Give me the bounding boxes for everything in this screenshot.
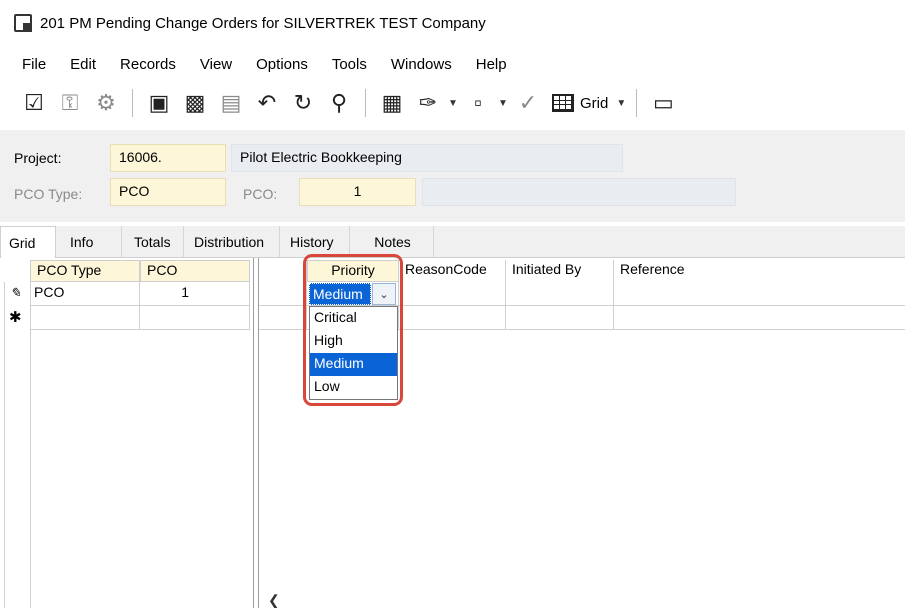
- toolbar: ☑ ⚿ ⚙ ▣ ▩ ▤ ↶ ↻ ⚲ ▦ ✑ ▼ ▫ ▼ ✓ Grid ▼ ▭: [0, 80, 905, 126]
- menu-file[interactable]: File: [10, 56, 58, 73]
- table-cell-new-reasoncode[interactable]: [399, 306, 506, 330]
- attachment-paperclip-icon[interactable]: ✑: [410, 86, 446, 120]
- table-cell-initiated-by[interactable]: [506, 282, 614, 306]
- tab-distribution[interactable]: Distribution: [186, 226, 280, 258]
- title-bar: 201 PM Pending Change Orders for SILVERT…: [0, 0, 905, 46]
- menu-options[interactable]: Options: [244, 56, 320, 73]
- table-cell-new-initiated-by[interactable]: [506, 306, 614, 330]
- menu-bar: File Edit Records View Options Tools Win…: [0, 50, 519, 78]
- row-indicator-border: [4, 282, 5, 608]
- table-cell-reasoncode[interactable]: [399, 282, 506, 306]
- record-header-form: Project: 16006. Pilot Electric Bookkeepi…: [0, 130, 905, 222]
- column-header-reference[interactable]: Reference: [614, 260, 905, 282]
- refresh-icon[interactable]: ↻: [285, 86, 321, 120]
- pco-type-label: PCO Type:: [14, 186, 83, 202]
- scroll-left-arrow-icon[interactable]: ❮: [268, 592, 280, 608]
- column-header-spacer: [259, 260, 307, 282]
- delete-trash-icon[interactable]: ▤: [213, 86, 249, 120]
- pco-label: PCO:: [243, 186, 278, 202]
- tab-strip: Grid Info Totals Distribution History No…: [0, 226, 905, 259]
- annotation-highlight-box: [303, 254, 403, 406]
- grid-icon: [552, 94, 574, 112]
- print-icon[interactable]: ▫: [460, 86, 496, 120]
- toolbar-separator: [636, 89, 638, 117]
- edit-checkbox-icon[interactable]: ☑: [16, 86, 52, 120]
- project-name-field: Pilot Electric Bookkeeping: [231, 144, 623, 172]
- save-icon[interactable]: ▩: [177, 86, 213, 120]
- monitor-icon[interactable]: ▭: [645, 86, 681, 120]
- grid-view-label: Grid: [580, 94, 609, 112]
- menu-records[interactable]: Records: [108, 56, 188, 73]
- attachment-dropdown-arrow-icon[interactable]: ▼: [446, 98, 460, 109]
- table-cell-new-reference[interactable]: [614, 306, 905, 330]
- new-document-icon[interactable]: ▣: [141, 86, 177, 120]
- table-cell-new-pco-type[interactable]: [30, 306, 140, 330]
- pco-description-field[interactable]: [422, 178, 736, 206]
- menu-help[interactable]: Help: [464, 56, 519, 73]
- search-icon[interactable]: ⚲: [321, 86, 357, 120]
- column-header-pco[interactable]: PCO: [140, 260, 250, 282]
- table-cell-reference[interactable]: [614, 282, 905, 306]
- new-row-asterisk-icon: ✱: [9, 309, 22, 326]
- pco-field[interactable]: 1: [299, 178, 416, 206]
- pco-type-field[interactable]: PCO: [110, 178, 226, 206]
- table-cell-new-spacer: [259, 306, 307, 330]
- column-header-pco-type[interactable]: PCO Type: [30, 260, 140, 282]
- spellcheck-icon[interactable]: ✓: [510, 86, 546, 120]
- table-cell-spacer: [259, 282, 307, 306]
- table-cell-new-pco[interactable]: [140, 306, 250, 330]
- project-label: Project:: [14, 150, 62, 166]
- menu-tools[interactable]: Tools: [320, 56, 379, 73]
- table-cell-pco[interactable]: 1: [140, 282, 250, 306]
- column-header-reasoncode[interactable]: ReasonCode: [399, 260, 506, 282]
- project-field[interactable]: 16006.: [110, 144, 226, 172]
- window-title: 201 PM Pending Change Orders for SILVERT…: [40, 14, 486, 32]
- row-indicator-border: [30, 282, 31, 608]
- undo-icon[interactable]: ↶: [249, 86, 285, 120]
- tab-grid[interactable]: Grid: [0, 226, 56, 259]
- grid-dropdown-arrow-icon[interactable]: ▼: [614, 98, 628, 109]
- toolbar-separator: [365, 89, 366, 117]
- left-grid-pane: PCO Type PCO ✎ PCO 1 ✱: [0, 258, 254, 608]
- tab-totals[interactable]: Totals: [126, 226, 184, 258]
- print-dropdown-arrow-icon[interactable]: ▼: [496, 98, 510, 109]
- menu-view[interactable]: View: [188, 56, 244, 73]
- binoculars-icon[interactable]: ⚿: [52, 86, 88, 120]
- tab-info[interactable]: Info: [62, 226, 122, 258]
- menu-edit[interactable]: Edit: [58, 56, 108, 73]
- calculator-icon[interactable]: ▦: [374, 86, 410, 120]
- table-cell-pco-type[interactable]: PCO: [30, 282, 140, 306]
- settings-gear-icon[interactable]: ⚙: [88, 86, 124, 120]
- edit-row-pencil-icon: ✎: [10, 285, 21, 300]
- menu-windows[interactable]: Windows: [379, 56, 464, 73]
- grid-view-button[interactable]: Grid: [546, 94, 614, 112]
- app-icon: [14, 14, 32, 32]
- toolbar-separator: [132, 89, 133, 117]
- column-header-initiated-by[interactable]: Initiated By: [506, 260, 614, 282]
